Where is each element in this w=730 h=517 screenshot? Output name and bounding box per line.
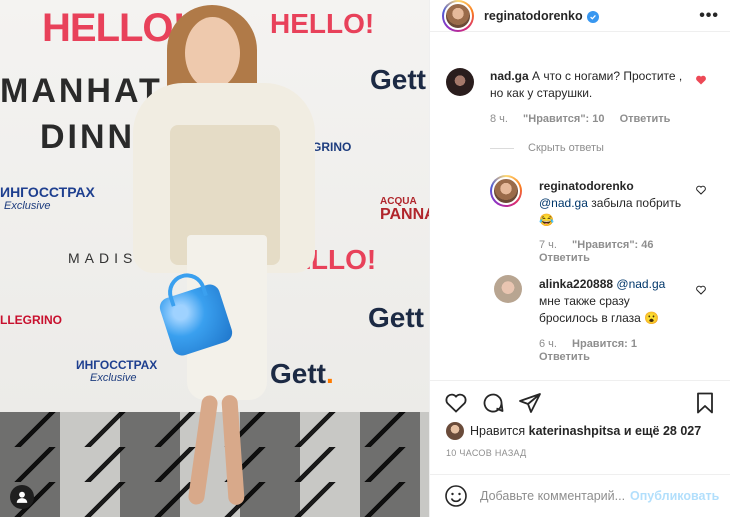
reply-username[interactable]: alinka220888 — [539, 277, 613, 291]
heart-icon[interactable] — [444, 391, 468, 415]
mention-link[interactable]: @nad.ga — [616, 277, 665, 291]
reply-likes[interactable]: "Нравится": 46 — [572, 239, 653, 251]
reply-time[interactable]: 7 ч. — [539, 239, 557, 251]
reply-button[interactable]: Ответить — [539, 252, 590, 264]
liker-username[interactable]: katerinashpitsa — [529, 424, 621, 438]
more-options-icon[interactable]: ••• — [699, 7, 719, 25]
leg — [187, 394, 219, 506]
commenter-avatar[interactable] — [446, 68, 474, 96]
sponsor-gett-logo: Gett — [368, 302, 424, 333]
divider-line — [490, 147, 514, 149]
sponsor-exclusive-text: Exclusive — [4, 200, 51, 212]
woman-figure — [125, 5, 325, 515]
liker-avatar — [446, 422, 464, 440]
comment-username[interactable]: nad.ga — [490, 69, 529, 83]
comment-likes[interactable]: "Нравится": 10 — [523, 113, 604, 125]
author-username[interactable]: reginatodorenko — [484, 9, 599, 23]
hide-replies-button[interactable]: Скрыть ответы — [490, 142, 604, 154]
verified-badge-icon — [586, 10, 599, 23]
post-timestamp[interactable]: 10 ЧАСОВ НАЗАД — [446, 448, 527, 458]
reply-body: alinka220888 @nad.ga мне также сразу бро… — [539, 276, 689, 327]
comment-input[interactable] — [480, 489, 630, 503]
comment-meta: 8 ч. "Нравится": 10 Ответить — [490, 113, 682, 125]
reply-username[interactable]: reginatodorenko — [539, 179, 634, 193]
tagged-people-button[interactable] — [10, 485, 34, 509]
post-header: reginatodorenko ••• — [430, 0, 730, 32]
sponsor-panna-logo: PANNA — [380, 206, 429, 223]
comment-time[interactable]: 8 ч. — [490, 113, 508, 125]
likes-suffix[interactable]: и ещё 28 027 — [624, 424, 701, 438]
reply-text: мне также сразу бросилось в глаза 😮 — [539, 294, 660, 325]
send-icon[interactable] — [518, 391, 542, 415]
sponsor-pellegrino-logo: LLEGRINO — [0, 313, 62, 327]
sponsor-dinner-text: DINN — [40, 118, 136, 156]
comment-composer: Опубликовать — [430, 474, 730, 517]
comment-icon[interactable] — [481, 391, 505, 415]
heart-outline-icon[interactable] — [695, 284, 707, 296]
reply-meta: Ответить — [539, 351, 602, 363]
reply-avatar[interactable] — [490, 175, 522, 207]
post-photo[interactable]: HELLO! HELLO! MANHAT DINN Gett S.PELLEGR… — [0, 0, 429, 517]
sponsor-ingosstrakh-logo: ИНГОССТРАХ — [0, 184, 95, 200]
face — [185, 17, 240, 89]
reply-likes[interactable]: Нравится: 1 — [572, 338, 637, 350]
reply-meta: 7 ч. "Нравится": 46 — [539, 239, 666, 251]
leg — [221, 394, 245, 506]
hide-replies-label: Скрыть ответы — [528, 142, 604, 154]
likes-summary[interactable]: Нравится katerinashpitsa и ещё 28 027 — [446, 422, 701, 440]
reply-meta: Ответить — [539, 252, 602, 264]
comments-list[interactable]: nad.ga А что с ногами? Простите , но как… — [430, 58, 730, 380]
reply-button[interactable]: Ответить — [539, 351, 590, 363]
mention-link[interactable]: @nad.ga — [539, 196, 588, 210]
reply-avatar[interactable] — [494, 275, 522, 303]
reply-body: reginatodorenko @nad.ga забыла побрить 😂 — [539, 178, 689, 229]
emoji-icon[interactable] — [444, 484, 468, 508]
bookmark-icon[interactable] — [693, 391, 717, 415]
reply-button[interactable]: Ответить — [620, 113, 671, 125]
person-icon — [16, 491, 28, 503]
post-actions-bar — [430, 380, 730, 425]
reply-meta: 6 ч. Нравится: 1 — [539, 338, 649, 350]
liked-heart-icon[interactable] — [695, 74, 707, 86]
likes-prefix: Нравится — [470, 424, 526, 438]
sponsor-gett-logo: Gett — [370, 64, 426, 95]
publish-button[interactable]: Опубликовать — [630, 489, 719, 503]
heart-outline-icon[interactable] — [695, 184, 707, 196]
post-side-panel: reginatodorenko ••• nad.ga А что с ногам… — [429, 0, 730, 517]
reply-time[interactable]: 6 ч. — [539, 338, 557, 350]
comment-body: nad.ga А что с ногами? Простите , но как… — [490, 68, 695, 102]
author-avatar[interactable] — [442, 0, 474, 32]
